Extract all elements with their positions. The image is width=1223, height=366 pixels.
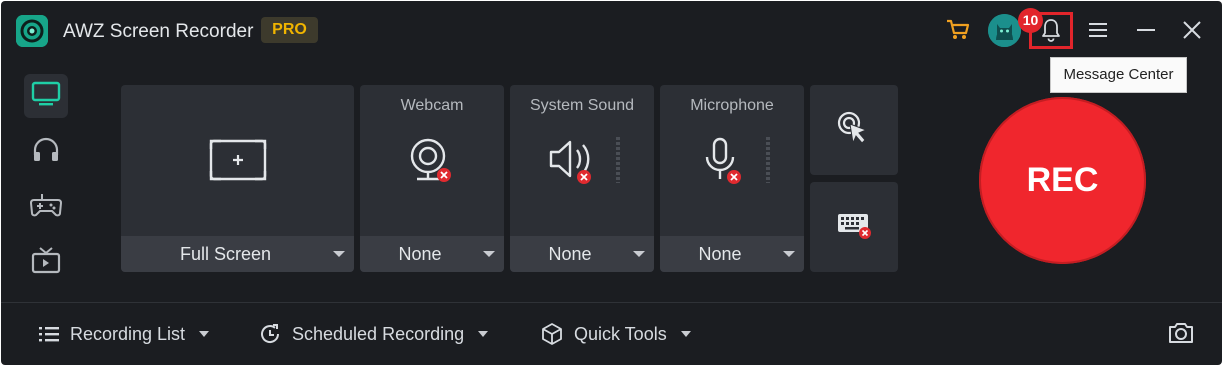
cursor-click-icon [836, 110, 872, 151]
capture-area-panel[interactable]: Full Screen [121, 85, 354, 272]
minimize-icon[interactable] [1131, 15, 1161, 45]
bottom-divider [1, 302, 1222, 303]
recording-list-button[interactable]: Recording List [38, 319, 210, 349]
chevron-down-icon [680, 331, 691, 337]
chevron-down-icon [633, 251, 645, 257]
capture-area-value: Full Screen [179, 244, 272, 264]
quick-tools-button[interactable]: Quick Tools [540, 319, 691, 349]
chevron-down-icon [478, 331, 489, 337]
system-sound-value: None [548, 244, 592, 264]
scheduled-recording-button[interactable]: Scheduled Recording [258, 319, 489, 349]
microphone-disabled-icon [650, 137, 794, 185]
title-bar: AWZ Screen Recorder PRO 10 [1, 1, 1222, 61]
microphone-value: None [698, 244, 742, 264]
message-center-tooltip: Message Center [1050, 57, 1187, 93]
chevron-down-icon [483, 251, 495, 257]
system-sound-panel[interactable]: System Sound None [510, 85, 654, 272]
sidebar-item-tv[interactable] [24, 240, 68, 284]
schedule-icon [258, 322, 282, 346]
camera-icon[interactable] [1167, 320, 1195, 351]
webcam-disabled-icon [360, 137, 504, 185]
chevron-down-icon [199, 331, 210, 337]
app-title: AWZ Screen Recorder [63, 21, 254, 42]
microphone-dropdown[interactable]: None [660, 236, 804, 272]
system-sound-dropdown[interactable]: None [510, 236, 654, 272]
monitor-icon [31, 81, 61, 112]
microphone-panel[interactable]: Microphone None [660, 85, 804, 272]
capture-area-dropdown[interactable]: Full Screen [121, 236, 354, 272]
recorder-logo-icon [16, 15, 48, 47]
keyboard-disabled-icon [836, 210, 872, 245]
avatar-icon[interactable] [988, 14, 1021, 47]
webcam-label: Webcam [400, 97, 464, 114]
gamepad-icon [29, 192, 63, 223]
microphone-label: Microphone [690, 97, 774, 114]
close-icon[interactable] [1177, 15, 1207, 45]
keystroke-button[interactable] [810, 182, 898, 272]
webcam-panel[interactable]: Webcam None [360, 85, 504, 272]
tv-icon [31, 246, 61, 279]
cart-icon[interactable] [943, 15, 973, 45]
system-sound-label: System Sound [529, 97, 635, 114]
sidebar-item-audio[interactable] [24, 130, 68, 174]
list-icon [38, 325, 60, 343]
chevron-down-icon [783, 251, 795, 257]
system-sound-level-meter [616, 137, 620, 183]
fullscreen-icon [121, 137, 354, 183]
chevron-down-icon [333, 251, 345, 257]
notification-count-badge: 10 [1018, 8, 1043, 33]
speaker-disabled-icon [500, 137, 644, 185]
cube-icon [540, 322, 564, 346]
sidebar-item-screen[interactable] [24, 74, 68, 118]
recording-list-label: Recording List [70, 323, 186, 344]
cursor-effects-button[interactable] [810, 85, 898, 175]
sidebar-item-game[interactable] [24, 185, 68, 229]
rec-button[interactable]: REC [979, 97, 1146, 264]
menu-icon[interactable] [1083, 15, 1113, 45]
quick-tools-label: Quick Tools [574, 323, 667, 344]
scheduled-recording-label: Scheduled Recording [292, 323, 465, 344]
webcam-value: None [398, 244, 442, 264]
app-window: AWZ Screen Recorder PRO 10 Message Cente… [1, 1, 1222, 365]
headphones-icon [32, 137, 60, 168]
webcam-dropdown[interactable]: None [360, 236, 504, 272]
microphone-level-meter [766, 137, 770, 183]
pro-badge[interactable]: PRO [261, 17, 318, 43]
